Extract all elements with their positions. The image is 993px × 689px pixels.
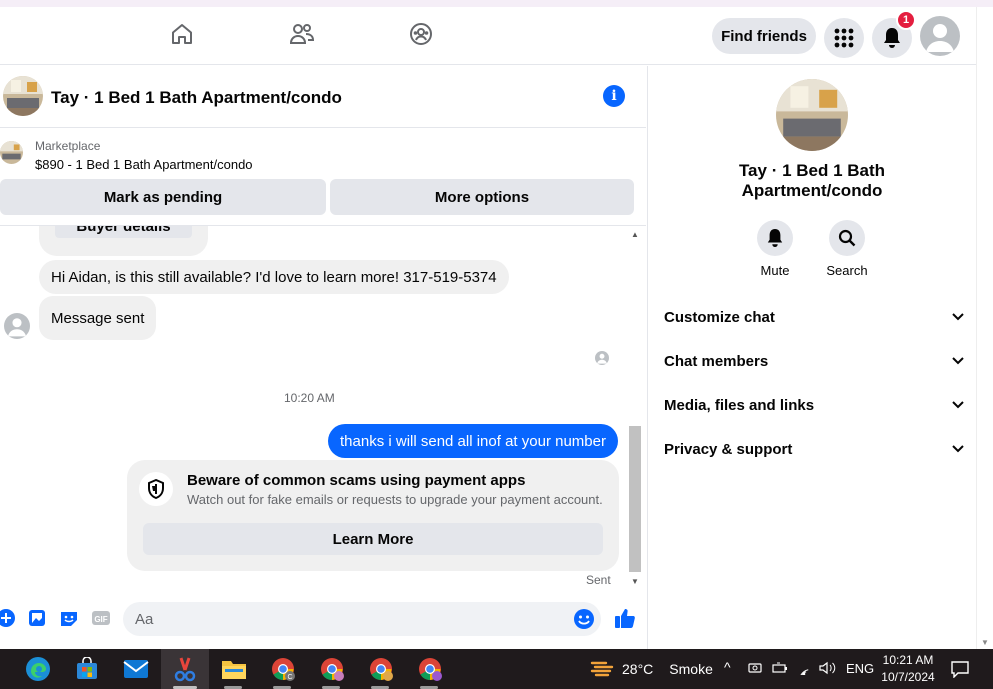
seen-by-avatar [595, 351, 609, 365]
more-options-button[interactable]: More options [330, 179, 634, 215]
listing-price-title[interactable]: $890 - 1 Bed 1 Bath Apartment/condo [35, 157, 253, 172]
mark-as-pending-button[interactable]: Mark as pending [0, 179, 326, 215]
windows-taskbar: C 28°C Smoke ^ ENG 10:21 AM 10/7/2024 [0, 649, 993, 689]
marketplace-listing-bar: Marketplace $890 - 1 Bed 1 Bath Apartmen… [0, 129, 646, 226]
svg-text:C: C [287, 674, 292, 681]
thumbs-up-icon[interactable] [613, 606, 637, 630]
account-avatar[interactable] [920, 16, 960, 56]
section-privacy-support[interactable]: Privacy & support [664, 436, 964, 462]
bell-icon [884, 28, 900, 48]
wifi-icon[interactable] [796, 661, 812, 679]
sticker-icon[interactable] [59, 608, 79, 628]
chat-header: Tay · 1 Bed 1 Bath Apartment/condo i [0, 66, 646, 128]
section-label: Privacy & support [664, 440, 793, 458]
incoming-message: Message sent [39, 296, 157, 340]
mail-icon[interactable] [120, 653, 152, 685]
buyer-details-card: Buyer details [39, 226, 208, 256]
chrome-profile-4-icon[interactable] [414, 653, 446, 685]
language-indicator[interactable]: ENG [846, 661, 874, 676]
marketplace-label: Marketplace [35, 139, 101, 153]
section-label: Media, files and links [664, 396, 815, 414]
chrome-profile-2-icon[interactable] [316, 653, 348, 685]
clock-date: 10/7/2024 [881, 670, 935, 684]
emoji-icon[interactable] [573, 608, 595, 630]
bell-icon [757, 220, 793, 256]
message-composer: GIF [0, 596, 646, 644]
chevron-up-icon[interactable]: ^ [724, 659, 731, 675]
section-label: Customize chat [664, 308, 775, 326]
message-thread: Buyer details Hi Aidan, is this still av… [0, 226, 628, 590]
chevron-down-icon [952, 357, 964, 365]
weather-condition-text: Smoke [669, 661, 713, 677]
section-media-files-links[interactable]: Media, files and links [664, 392, 964, 418]
home-icon[interactable] [169, 21, 195, 47]
scrollbar-thumb[interactable] [629, 426, 641, 572]
file-explorer-icon[interactable] [218, 653, 250, 685]
chevron-down-icon [952, 445, 964, 453]
temperature-text: 28°C [622, 661, 654, 677]
listing-thumbnail[interactable] [0, 141, 23, 164]
system-clock[interactable]: 10:21 AM 10/7/2024 [878, 652, 938, 686]
groups-icon[interactable] [408, 21, 434, 47]
notification-center-icon[interactable] [951, 660, 969, 681]
gif-icon[interactable]: GIF [91, 608, 111, 628]
browser-top-strip [0, 0, 993, 7]
section-label: Chat members [664, 352, 769, 370]
clock-time: 10:21 AM [882, 653, 934, 667]
grid-icon [834, 28, 854, 48]
outgoing-message: thanks i will send all inof at your numb… [328, 424, 618, 458]
chevron-down-icon [952, 401, 964, 409]
message-input[interactable] [135, 602, 555, 636]
weather-widget[interactable]: 28°C Smoke [590, 659, 713, 679]
top-navbar: Find friends 1 [0, 7, 976, 65]
message-status: Sent [586, 573, 611, 587]
buyer-details-button[interactable]: Buyer details [55, 226, 192, 238]
snipping-tool-icon[interactable] [169, 653, 201, 685]
conversation-info-panel: Tay · 1 Bed 1 Bath Apartment/condo Mute … [647, 66, 976, 649]
scroll-up-arrow-icon[interactable]: ▲ [631, 230, 639, 239]
sender-avatar[interactable] [4, 313, 30, 339]
friends-icon[interactable] [289, 21, 315, 47]
scam-warning-title: Beware of common scams using payment app… [187, 472, 526, 489]
chevron-down-icon [952, 313, 964, 321]
plus-circle-icon[interactable] [0, 608, 16, 628]
search-label: Search [826, 263, 868, 278]
search-button[interactable]: Search [817, 220, 877, 278]
incoming-message: Hi Aidan, is this still available? I'd l… [39, 260, 509, 294]
smoke-weather-icon [590, 661, 614, 677]
battery-icon[interactable] [772, 661, 788, 678]
mute-button[interactable]: Mute [745, 220, 805, 278]
speaker-icon[interactable] [819, 661, 837, 678]
message-scrollbar[interactable]: ▲ ▼ [628, 226, 643, 588]
notification-badge: 1 [896, 10, 916, 30]
page-scrollbar[interactable]: ▼ [976, 7, 993, 649]
svg-text:GIF: GIF [94, 615, 107, 624]
person-icon [926, 24, 954, 52]
meet-now-icon[interactable] [748, 661, 762, 678]
shield-icon [139, 472, 173, 506]
menu-grid-button[interactable] [824, 18, 864, 58]
listing-avatar[interactable] [3, 76, 43, 116]
scam-warning-card: Beware of common scams using payment app… [127, 460, 619, 571]
store-icon[interactable] [71, 653, 103, 685]
mute-label: Mute [760, 263, 790, 278]
find-friends-button[interactable]: Find friends [712, 18, 816, 54]
message-timestamp: 10:20 AM [284, 391, 335, 405]
search-icon [829, 220, 865, 256]
section-customize-chat[interactable]: Customize chat [664, 304, 964, 330]
listing-avatar-large[interactable] [776, 79, 848, 151]
edge-browser-icon[interactable] [22, 653, 54, 685]
section-chat-members[interactable]: Chat members [664, 348, 964, 374]
chat-title: Tay · 1 Bed 1 Bath Apartment/condo [51, 88, 342, 107]
scroll-down-arrow-icon[interactable]: ▼ [981, 638, 989, 647]
scam-warning-subtitle: Watch out for fake emails or requests to… [187, 492, 603, 507]
chrome-profile-1-icon[interactable]: C [267, 653, 299, 685]
message-input-container [123, 602, 601, 636]
learn-more-button[interactable]: Learn More [143, 523, 603, 555]
photo-icon[interactable] [27, 608, 47, 628]
panel-title: Tay · 1 Bed 1 Bath Apartment/condo [738, 161, 886, 200]
info-icon[interactable]: i [603, 85, 625, 107]
chrome-profile-3-icon[interactable] [365, 653, 397, 685]
scroll-down-arrow-icon[interactable]: ▼ [631, 577, 639, 586]
